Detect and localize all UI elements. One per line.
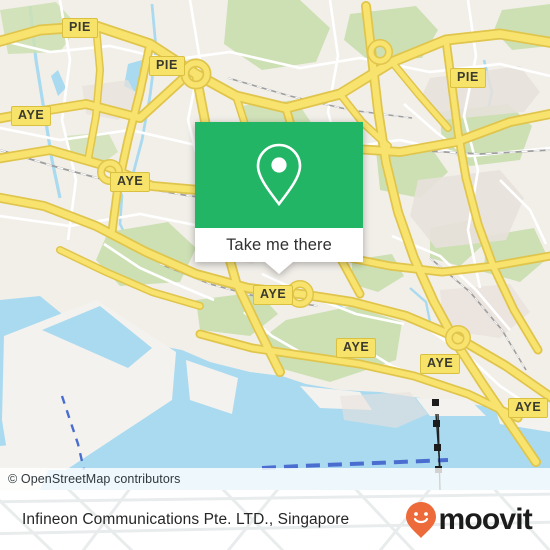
take-me-there-label: Take me there: [226, 235, 332, 254]
bottom-bar-content: Infineon Communications Pte. LTD., Singa…: [0, 490, 550, 550]
bottom-bar: Infineon Communications Pte. LTD., Singa…: [0, 490, 550, 550]
popup-header: [195, 122, 363, 228]
road-shield-aye: AYE: [336, 338, 377, 358]
moovit-pin-smiley-icon: [406, 502, 437, 538]
road-shield-aye: AYE: [110, 172, 151, 192]
road-shield-aye: AYE: [11, 106, 52, 126]
road-shield-pie: PIE: [62, 18, 98, 38]
road-shield-aye: AYE: [508, 398, 549, 418]
location-popup-card[interactable]: Take me there: [195, 122, 363, 274]
place-name: Infineon Communications Pte. LTD., Singa…: [22, 511, 350, 528]
moovit-logo[interactable]: moovit: [405, 501, 533, 539]
road-shield-aye: AYE: [253, 285, 294, 305]
road-shield-pie: PIE: [149, 56, 185, 76]
moovit-wordmark: moovit: [438, 503, 532, 536]
popup-footer[interactable]: Take me there: [195, 228, 363, 262]
map-pin-icon: [256, 143, 302, 207]
road-shield-aye: AYE: [420, 354, 461, 374]
map-screenshot: PIE PIE PIE AYE AYE AYE AYE AYE AYE © OpenStreet…: [0, 0, 550, 550]
road-shield-pie: PIE: [450, 68, 486, 88]
popup-tail-pointer: [265, 262, 293, 274]
osm-attribution[interactable]: © OpenStreetMap contributors: [0, 468, 550, 490]
